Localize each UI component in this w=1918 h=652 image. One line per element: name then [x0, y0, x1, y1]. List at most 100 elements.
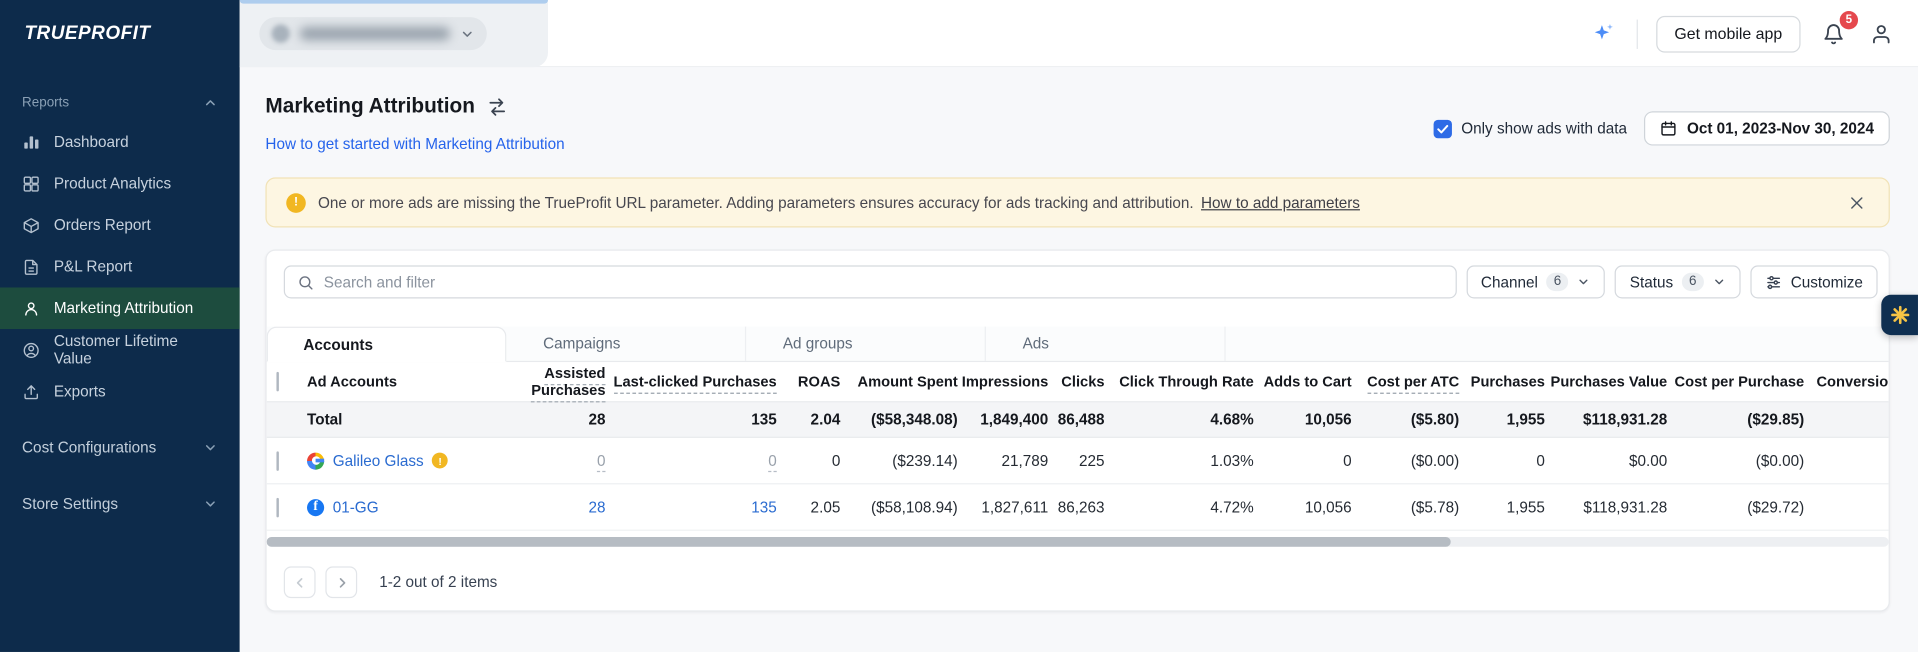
column-header-assisted-purchases[interactable]: Assisted Purchases	[479, 365, 607, 399]
sidebar-item-orders-report[interactable]: Orders Report	[0, 204, 240, 246]
floating-widget-button[interactable]	[1881, 295, 1918, 335]
store-tab	[240, 0, 548, 67]
table-row: Galileo Glass ! 0 0 0 ($239.14) 21,789 2…	[267, 438, 1889, 484]
store-name-redacted	[300, 27, 450, 40]
ai-sparkle-button[interactable]	[1589, 19, 1618, 48]
date-range-label: Oct 01, 2023-Nov 30, 2024	[1687, 120, 1874, 137]
tab-campaigns[interactable]: Campaigns	[506, 327, 746, 361]
search-box[interactable]	[284, 265, 1457, 298]
sidebar-section-cost-configurations[interactable]: Cost Configurations	[0, 427, 240, 469]
sidebar-item-customer-lifetime-value[interactable]: Customer Lifetime Value	[0, 329, 240, 371]
chevron-left-icon	[292, 574, 308, 590]
select-all-checkbox[interactable]	[276, 372, 278, 392]
get-mobile-app-button[interactable]: Get mobile app	[1656, 15, 1801, 52]
sidebar-item-label: Orders Report	[54, 217, 151, 234]
customize-label: Customize	[1791, 273, 1863, 290]
row-checkbox[interactable]	[276, 451, 278, 471]
sidebar-item-pl-report[interactable]: P&L Report	[0, 246, 240, 288]
sidebar-item-exports[interactable]: Exports	[0, 371, 240, 413]
get-started-link[interactable]: How to get started with Marketing Attrib…	[265, 136, 564, 153]
notifications-button[interactable]: 5	[1819, 19, 1848, 48]
logo-text: TRUEPROFIT	[24, 23, 150, 45]
column-header-roas[interactable]: ROAS	[779, 373, 843, 390]
date-range-picker[interactable]: Oct 01, 2023-Nov 30, 2024	[1644, 111, 1890, 145]
only-show-ads-filter[interactable]: Only show ads with data	[1433, 119, 1627, 137]
status-filter-button[interactable]: Status 6	[1615, 265, 1740, 298]
chevron-up-icon	[203, 95, 218, 110]
column-header-ad-accounts[interactable]: Ad Accounts	[302, 373, 479, 390]
sidebar-item-label: Customer Lifetime Value	[54, 333, 218, 367]
assisted-purchases-link[interactable]: 28	[588, 498, 605, 515]
column-header-cost-per-atc[interactable]: Cost per ATC	[1354, 373, 1462, 390]
sidebar-section-reports[interactable]: Reports	[0, 84, 240, 121]
account-button[interactable]	[1867, 19, 1896, 48]
warning-icon: !	[286, 193, 306, 213]
topbar: Get mobile app 5	[240, 0, 1918, 67]
checkbox-checked-icon[interactable]	[1433, 119, 1451, 137]
topbar-actions: Get mobile app 5	[1589, 0, 1896, 67]
main-content: Marketing Attribution How to get started…	[240, 67, 1918, 652]
chevron-down-icon	[203, 440, 218, 455]
table-toolbar: Channel 6 Status 6 Customize	[267, 251, 1889, 299]
sidebar-item-marketing-attribution[interactable]: Marketing Attribution	[0, 287, 240, 329]
chevron-right-icon	[333, 574, 349, 590]
ad-account-link[interactable]: 01-GG	[333, 498, 379, 515]
prev-page-button[interactable]	[284, 566, 316, 598]
ad-account-link[interactable]: Galileo Glass	[333, 452, 424, 469]
scrollbar-thumb[interactable]	[267, 537, 1451, 547]
swap-arrows-icon[interactable]	[487, 96, 508, 117]
how-to-add-parameters-link[interactable]: How to add parameters	[1201, 194, 1360, 211]
table-header-row: Ad Accounts Assisted Purchases Last-clic…	[267, 362, 1889, 402]
export-icon	[22, 382, 40, 400]
column-header-adds-to-cart[interactable]: Adds to Cart	[1256, 373, 1354, 390]
document-icon	[22, 257, 40, 275]
dashboard-icon	[22, 133, 40, 151]
column-header-cost-per-purchase[interactable]: Cost per Purchase	[1670, 373, 1807, 390]
sidebar-item-label: Exports	[54, 383, 106, 400]
box-icon	[22, 216, 40, 234]
sliders-icon	[1765, 273, 1782, 290]
banner-message: One or more ads are missing the TrueProf…	[318, 194, 1194, 211]
only-show-ads-label: Only show ads with data	[1461, 120, 1627, 137]
sidebar-section-store-settings[interactable]: Store Settings	[0, 483, 240, 525]
chevron-down-icon	[203, 497, 218, 512]
warning-glyph: !	[438, 454, 441, 466]
page-head-left: Marketing Attribution How to get started…	[265, 94, 564, 155]
next-page-button[interactable]	[325, 566, 357, 598]
channel-filter-button[interactable]: Channel 6	[1466, 265, 1605, 298]
customize-button[interactable]: Customize	[1750, 265, 1877, 298]
store-selector[interactable]	[259, 17, 487, 50]
column-header-clicks[interactable]: Clicks	[1051, 373, 1107, 390]
last-clicked-purchases-link[interactable]: 135	[751, 498, 777, 515]
column-header-conversion-rate[interactable]: Conversion Rate	[1807, 373, 1889, 390]
column-header-amount-spent[interactable]: Amount Spent	[843, 373, 960, 390]
check-icon	[1436, 122, 1449, 135]
page-head-right: Only show ads with data Oct 01, 2023-Nov…	[1433, 111, 1890, 145]
user-icon	[1870, 23, 1892, 45]
warning-icon[interactable]: !	[432, 453, 448, 469]
search-input[interactable]	[324, 273, 1443, 290]
column-header-purchases[interactable]: Purchases	[1462, 373, 1548, 390]
close-icon[interactable]	[1845, 190, 1869, 214]
sidebar-item-dashboard[interactable]: Dashboard	[0, 121, 240, 163]
column-header-last-clicked-purchases[interactable]: Last-clicked Purchases	[608, 373, 779, 390]
chevron-down-icon	[1712, 275, 1725, 288]
person-icon	[22, 299, 40, 317]
sidebar-item-label: P&L Report	[54, 258, 132, 275]
column-header-purchases-value[interactable]: Purchases Value	[1547, 373, 1669, 390]
sidebar-item-label: Marketing Attribution	[54, 300, 193, 317]
tab-ad-groups[interactable]: Ad groups	[746, 327, 986, 361]
sidebar-item-product-analytics[interactable]: Product Analytics	[0, 163, 240, 205]
tab-ads[interactable]: Ads	[986, 327, 1226, 361]
divider	[1636, 19, 1637, 48]
row-checkbox[interactable]	[276, 497, 278, 517]
starburst-icon	[1889, 305, 1910, 326]
grid-icon	[22, 174, 40, 192]
column-header-click-through-rate[interactable]: Click Through Rate	[1107, 373, 1256, 390]
trueprofit-logo[interactable]: TRUEPROFIT	[0, 0, 240, 67]
column-header-impressions[interactable]: Impressions	[960, 373, 1051, 390]
horizontal-scrollbar[interactable]	[267, 537, 1889, 547]
channel-label: Channel	[1481, 273, 1538, 290]
pagination-summary: 1-2 out of 2 items	[379, 574, 497, 591]
tab-accounts[interactable]: Accounts	[267, 327, 507, 362]
